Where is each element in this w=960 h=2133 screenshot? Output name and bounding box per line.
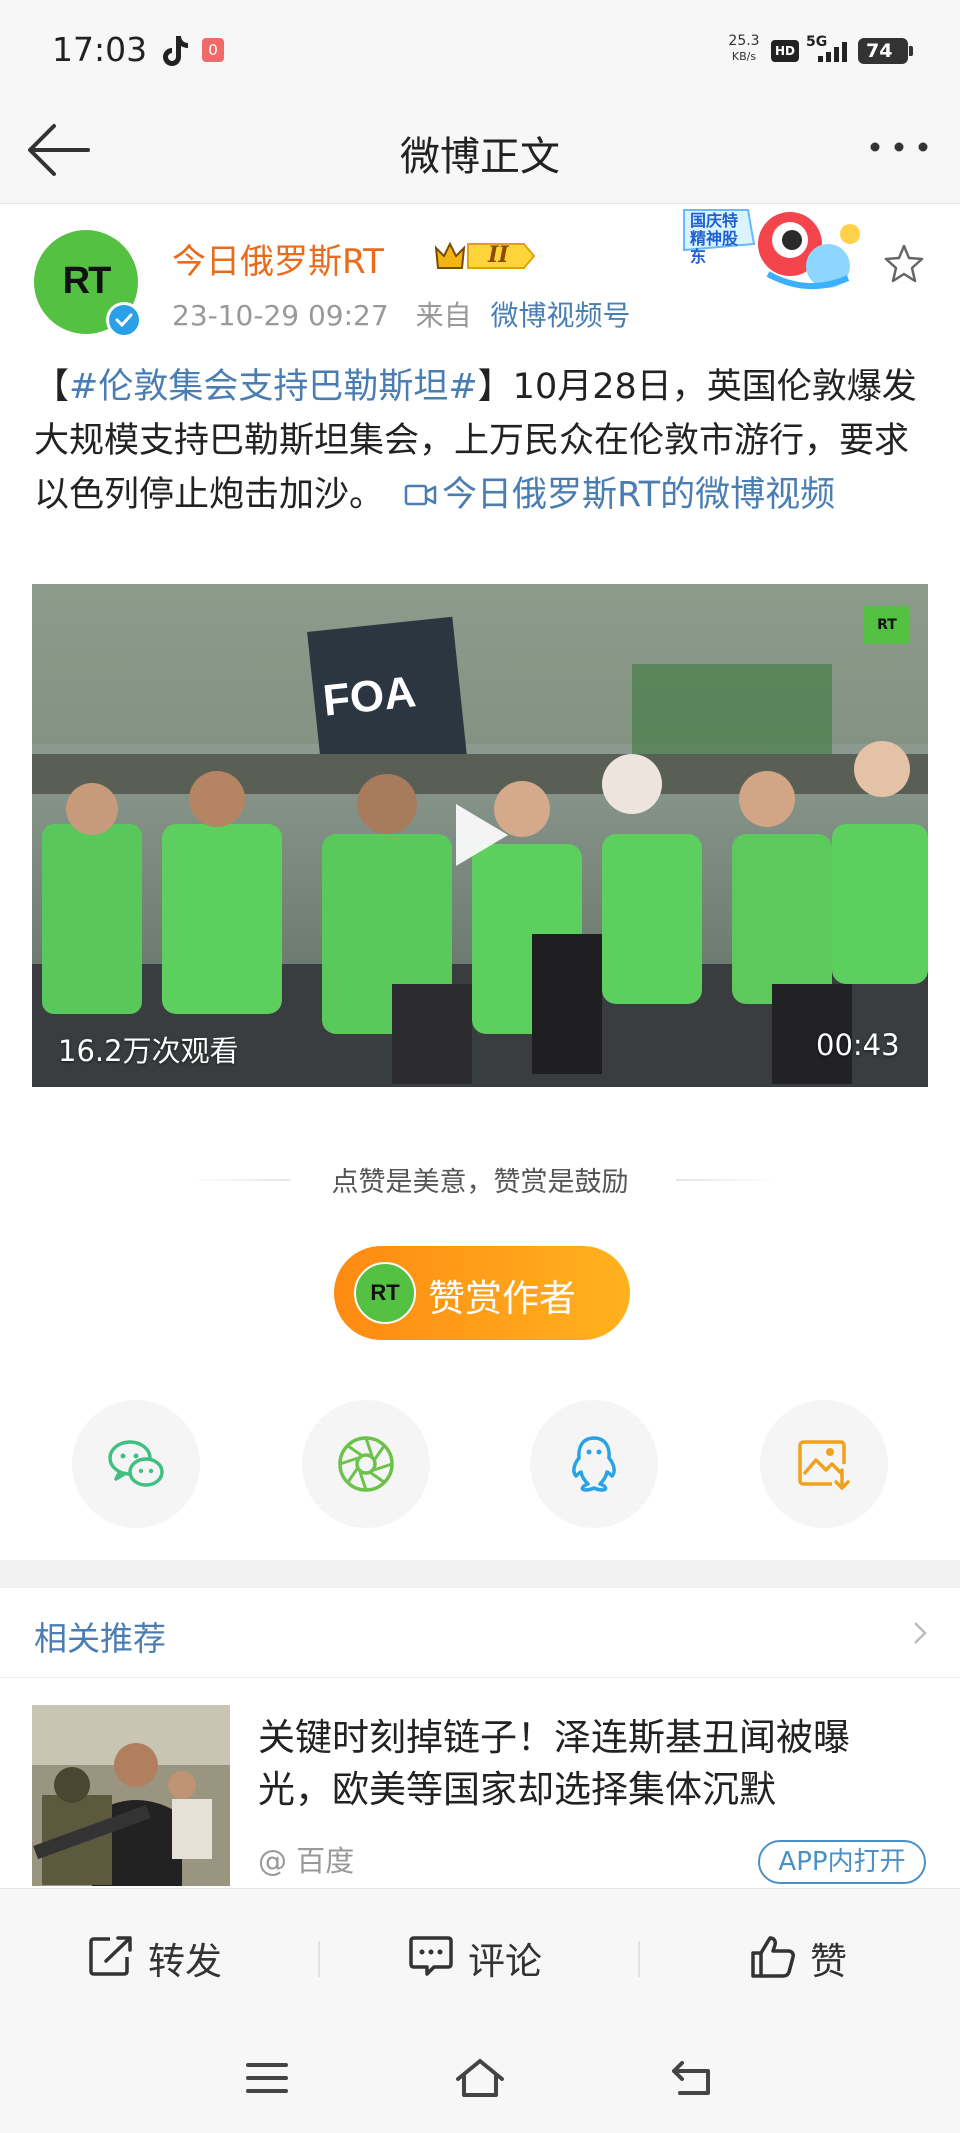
share-wechat-button[interactable] [72,1400,200,1528]
video-duration: 00:43 [816,1028,900,1062]
post-source-link[interactable]: 微博视频号 [491,299,631,332]
reward-caption: 点赞是美意，赞赏是鼓励 [331,1167,629,1198]
signal-icon: 5G [806,34,852,64]
favorite-star-icon[interactable] [882,242,926,286]
comment-label: 评论 [468,1940,542,1983]
network-speed-unit: KB/s [731,50,757,63]
video-link-label: 今日俄罗斯RT的微博视频 [442,475,836,515]
save-image-button[interactable] [760,1400,888,1528]
network-speed: 25.3 KB/s [726,34,762,64]
video-link-icon [404,484,437,506]
repost-label: 转发 [148,1940,222,1983]
moments-icon [338,1436,394,1492]
repost-icon [89,1936,132,1976]
topic-hashtag-link[interactable]: #伦敦集会支持巴勒斯坦# [69,367,478,407]
post-meta: 23-10-29 09:27 来自 微博视频号 [172,294,631,334]
system-navigation-bar [0,2023,960,2133]
hd-icon: HD [771,40,799,62]
bottom-action-bar: 转发 评论 赞 [0,1888,960,2023]
video-source-link[interactable]: 今日俄罗斯RT的微博视频 [384,475,835,515]
post-text-bracket: 【 [34,367,70,407]
tiktok-icon [163,36,188,66]
thumbs-up-icon [751,1936,795,1978]
open-in-app-button[interactable]: APP内打开 [758,1840,926,1884]
video-view-count: 16.2万次观看 [58,1034,239,1068]
post-body-text: 【#伦敦集会支持巴勒斯坦#】10月28日，英国伦敦爆发大规模支持巴勒斯坦集会，上… [34,360,934,522]
repost-button[interactable]: 转发 [0,1889,320,2024]
section-divider [0,1560,960,1588]
share-qq-button[interactable] [530,1400,658,1528]
network-speed-value: 25.3 [728,33,760,49]
author-name[interactable]: 今日俄罗斯RT [172,234,384,283]
home-icon[interactable] [452,2053,508,2103]
reward-avatar: RT [354,1262,416,1324]
vip-crown-badge[interactable]: II [432,236,536,276]
comment-button[interactable]: 评论 [320,1889,640,2024]
more-options-icon[interactable] [866,122,932,172]
reward-button-label: 赞赏作者 [428,1277,576,1320]
menu-icon[interactable] [242,2053,292,2103]
status-bar: 17:03 0 25.3 KB/s HD 5G 74 [0,0,960,100]
wechat-icon [108,1440,164,1487]
save-image-icon [798,1440,850,1490]
promo-badge-text: 国庆特 精神股东 [690,211,739,266]
related-header[interactable]: 相关推荐 [0,1588,960,1678]
source-prefix: 来自 [415,299,472,332]
share-moments-button[interactable] [302,1400,430,1528]
reward-author-button[interactable]: RT 赞赏作者 [334,1246,630,1340]
video-banner-text: FOA [320,667,419,726]
top-nav-bar: 微博正文 [0,100,960,204]
related-item[interactable]: 关键时刻掉链子！泽连斯基丑闻被曝光，欧美等国家却选择集体沉默 @ 百度 APP内… [0,1680,960,1886]
chevron-right-icon [914,1622,927,1644]
related-headline: 关键时刻掉链子！泽连斯基丑闻被曝光，欧美等国家却选择集体沉默 [258,1716,850,1811]
status-time: 17:03 [52,30,148,69]
rt-watermark: RT [864,606,910,644]
comment-icon [409,1936,453,1976]
post-date: 23-10-29 09:27 [172,299,389,332]
qq-icon [572,1436,616,1492]
like-button[interactable]: 赞 [640,1889,960,2024]
related-title: 相关推荐 [34,1619,166,1658]
like-label: 赞 [810,1940,847,1983]
battery-indicator: 74 [858,38,913,64]
back-nav-icon[interactable] [668,2053,718,2103]
play-icon[interactable] [448,800,512,870]
national-day-promo-badge[interactable]: 国庆特 精神股东 [678,204,888,296]
reward-caption-row: 点赞是美意，赞赏是鼓励 [0,1160,960,1200]
avatar-logo-text: RT [62,260,112,302]
page-title: 微博正文 [400,134,560,180]
post-header: RT 今日俄罗斯RT II 23-10-29 09:27 来自 微博视频号 国庆… [0,204,960,344]
reward-divider-right [676,1179,776,1181]
notification-badge: 0 [202,38,224,62]
related-source: @ 百度 [258,1844,355,1878]
related-thumbnail [32,1705,230,1886]
vip-level: II [488,242,509,268]
verified-badge-icon [106,302,142,338]
